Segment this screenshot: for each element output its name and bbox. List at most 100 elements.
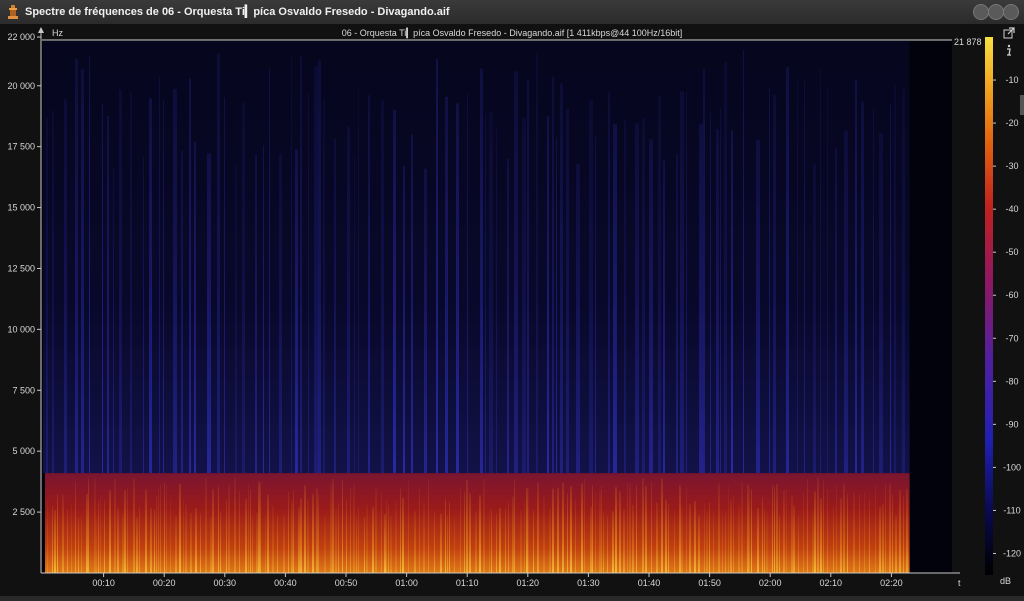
spectrogram-energy-stripe — [656, 502, 658, 573]
spectrogram-energy-stripe — [175, 516, 177, 573]
spectrogram-energy-stripe — [875, 484, 876, 573]
spectrogram-energy-stripe — [623, 508, 625, 573]
spectrogram-energy-stripe — [762, 497, 763, 573]
x-tick-label: 02:00 — [759, 578, 782, 588]
spectrogram-energy-stripe — [218, 486, 219, 573]
spectrogram-energy-stripe — [698, 515, 700, 573]
info-icon[interactable] — [1003, 44, 1015, 56]
title-bar[interactable]: Spectre de fréquences de 06 - Orquesta T… — [0, 0, 1024, 25]
spectrogram-energy-stripe — [508, 501, 509, 573]
spectrogram-energy-stripe — [260, 482, 261, 573]
spectrogram-energy-stripe — [526, 487, 528, 573]
spectrogram-energy-stripe — [899, 490, 901, 573]
spectrogram-energy-stripe — [491, 508, 492, 573]
spectrogram-energy-stripe — [160, 484, 161, 573]
spectrogram-energy-stripe — [88, 478, 89, 573]
spectrogram-energy-stripe — [288, 491, 289, 573]
x-axis-end-label: t — [958, 578, 961, 588]
spectrogram-energy-stripe — [552, 488, 554, 573]
spectrogram-stripe — [724, 61, 727, 474]
spectrogram-energy-stripe — [772, 484, 773, 573]
close-icon[interactable] — [1003, 4, 1019, 20]
spectrogram-energy-stripe — [570, 486, 572, 573]
spectrogram-energy-stripe — [469, 492, 471, 573]
spectrogram-energy-stripe — [709, 502, 710, 573]
spectrogram-energy-stripe — [636, 485, 637, 573]
spectrogram-energy-stripe — [381, 492, 382, 573]
spectrogram-energy-stripe — [104, 500, 105, 573]
x-tick-label: 01:00 — [395, 578, 418, 588]
colorbar-tick-label: -80 — [1005, 376, 1018, 386]
spectrogram-stripe — [318, 60, 321, 474]
spectrogram-energy-stripe — [283, 515, 285, 573]
export-icon[interactable] — [1003, 27, 1015, 39]
spectrogram-energy-stripe — [445, 498, 446, 573]
spectrogram-energy-stripe — [599, 489, 601, 573]
spectrogram-stripe — [113, 168, 114, 474]
spectrogram-energy-stripe — [460, 486, 461, 573]
spectrogram-stripe — [279, 154, 282, 474]
colorbar-tick-label: -50 — [1005, 247, 1018, 257]
spectrogram-stripe — [720, 108, 721, 474]
spectrogram-energy-stripe — [298, 507, 300, 573]
colorbar-ticks: -10 -20 -30 -40 -50 -60 -70 -80 -90 -100 -110 -120 — [993, 75, 1021, 558]
spectrogram-stripe — [680, 91, 684, 474]
spectrogram-energy-stripe — [190, 512, 192, 573]
spectrogram-stripe — [354, 155, 355, 474]
spectrogram-stripe — [436, 59, 438, 474]
plot-header: 06 - Orquesta Ti▎píca Osvaldo Fresedo - … — [342, 27, 683, 39]
spectrogram-energy-stripe — [665, 499, 667, 573]
y-axis-ticks: 22 000 20 000 17 500 15 000 12 500 10 000 7 50… — [7, 32, 41, 517]
spectrogram-energy-stripe — [812, 510, 814, 573]
spectrogram-stripe — [873, 109, 874, 474]
spectrogram-stripe — [608, 92, 610, 474]
spectrogram-energy-stripe — [869, 499, 870, 573]
spectrogram-energy-stripe — [722, 514, 723, 573]
spectrogram-energy-stripe — [751, 489, 752, 573]
scrollbar-thumb[interactable] — [1020, 95, 1024, 115]
spectrogram-energy-stripe — [764, 508, 765, 573]
x-tick-label: 00:30 — [214, 578, 237, 588]
spectrogram-energy-stripe — [127, 488, 128, 573]
colorbar-tick-label: -10 — [1005, 75, 1018, 85]
spectrogram-energy-stripe — [581, 483, 583, 573]
spectrogram-energy-stripe — [512, 496, 514, 573]
spectrogram-energy-stripe — [642, 478, 644, 573]
spectrogram-energy-stripe — [96, 518, 97, 573]
y-tick-label: 10 000 — [7, 324, 35, 334]
spectrogram-energy-stripe — [645, 485, 647, 573]
spectrogram-energy-stripe — [57, 493, 58, 573]
spectrogram-energy-stripe — [366, 505, 368, 573]
spectrogram-energy-stripe — [779, 515, 780, 573]
spectrogram-energy-stripe — [686, 486, 687, 573]
spectrogram-energy-stripe — [590, 506, 592, 573]
spectrogram-energy-stripe — [395, 502, 397, 573]
spectrogram-stripe — [403, 166, 405, 474]
spectrogram-energy-stripe — [342, 479, 343, 573]
x-tick-label: 01:20 — [517, 578, 540, 588]
spectrogram-energy-stripe — [133, 478, 135, 573]
spectrogram-energy-stripe — [882, 503, 884, 573]
spectrogram-stripe — [894, 84, 896, 474]
spectrogram-energy-stripe — [86, 493, 88, 573]
spectrogram-energy-stripe — [210, 517, 212, 573]
spectrogram-stripe — [552, 76, 554, 474]
spectrogram-energy-stripe — [475, 511, 477, 573]
spectrogram-stripe — [217, 52, 220, 474]
spectrogram-stripe — [879, 133, 883, 474]
spectrogram-stripe — [595, 136, 596, 474]
spectrogram-energy-stripe — [783, 490, 785, 573]
spectrogram-stripe — [624, 120, 626, 474]
minimize-icon[interactable] — [973, 4, 989, 20]
maximize-icon[interactable] — [988, 4, 1004, 20]
spectrogram-energy-stripe — [549, 508, 551, 573]
spectrogram-stripe — [844, 130, 848, 474]
spectrogram-stripe — [731, 130, 733, 474]
spectrogram-energy-stripe — [619, 491, 621, 573]
spectrogram-stripe — [173, 88, 177, 474]
spectrogram-stripe — [424, 168, 427, 474]
spectrogram-stripe — [75, 59, 78, 474]
spectrogram-stripe — [514, 71, 518, 474]
spectrogram-energy-stripe — [183, 497, 184, 573]
spectrogram-energy-stripe — [239, 490, 240, 573]
